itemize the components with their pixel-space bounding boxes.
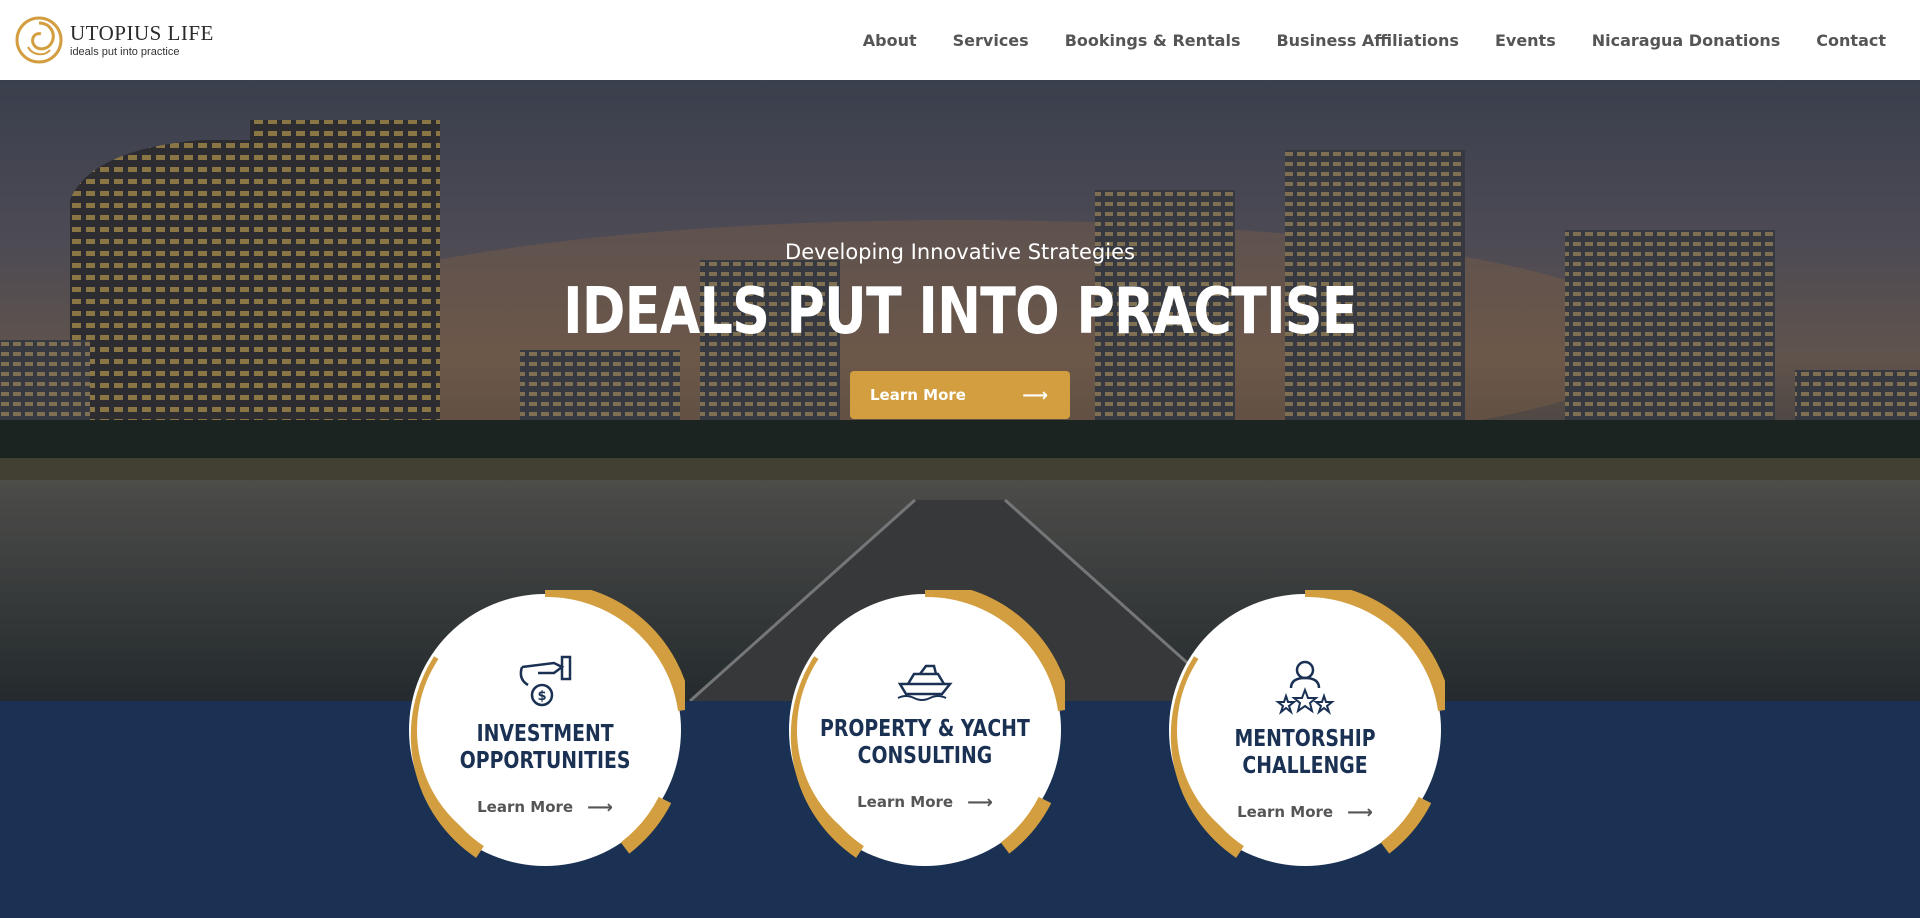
logo[interactable]: UTOPIUS LIFE ideals put into practice	[14, 15, 214, 65]
nav-item-services[interactable]: Services	[953, 31, 1029, 50]
mentorship-stars-icon	[1275, 660, 1335, 715]
hero-title: IDEALS PUT INTO PRACTISE	[563, 275, 1357, 349]
card-link-label: Learn More	[857, 793, 954, 811]
card-title-line2: CONSULTING	[857, 742, 993, 769]
hero-learn-more-button[interactable]: Learn More ⟶	[850, 371, 1070, 419]
card-title-line1: PROPERTY & YACHT	[820, 715, 1030, 742]
card-title-line1: INVESTMENT	[476, 720, 614, 747]
arrow-right-icon: ⟶	[1347, 801, 1373, 823]
service-card-investment[interactable]: $ INVESTMENT OPPORTUNITIES Learn More ⟶	[405, 590, 685, 870]
hero-subtitle: Developing Innovative Strategies	[785, 240, 1135, 264]
nav-item-contact[interactable]: Contact	[1816, 31, 1886, 50]
site-header: UTOPIUS LIFE ideals put into practice Ab…	[0, 0, 1920, 80]
card-title-line2: CHALLENGE	[1242, 752, 1368, 779]
mentorship-learn-more-link[interactable]: Learn More ⟶	[1237, 802, 1373, 823]
main-nav: About Services Bookings & Rentals Busine…	[863, 31, 1886, 50]
nav-item-bookings-rentals[interactable]: Bookings & Rentals	[1065, 31, 1241, 50]
svg-text:$: $	[537, 689, 546, 704]
property-yacht-learn-more-link[interactable]: Learn More ⟶	[857, 792, 993, 813]
card-link-label: Learn More	[1237, 803, 1334, 821]
nav-item-business-affiliations[interactable]: Business Affiliations	[1276, 31, 1458, 50]
nav-item-events[interactable]: Events	[1495, 31, 1556, 50]
yacht-icon	[897, 664, 953, 701]
logo-name: UTOPIUS LIFE	[70, 20, 214, 45]
arrow-right-icon: ⟶	[587, 796, 613, 818]
investment-learn-more-link[interactable]: Learn More ⟶	[477, 797, 613, 818]
arrow-right-icon: ⟶	[967, 791, 993, 813]
card-link-label: Learn More	[477, 798, 574, 816]
service-card-mentorship[interactable]: MENTORSHIP CHALLENGE Learn More ⟶	[1165, 590, 1445, 870]
nav-item-nicaragua-donations[interactable]: Nicaragua Donations	[1592, 31, 1781, 50]
investment-hand-coin-icon: $	[519, 655, 572, 706]
service-card-property-yacht[interactable]: PROPERTY & YACHT CONSULTING Learn More ⟶	[785, 590, 1065, 870]
logo-tagline: ideals put into practice	[70, 45, 180, 58]
hero-button-label: Learn More	[870, 386, 966, 404]
nav-item-about[interactable]: About	[863, 31, 917, 50]
card-title-line1: MENTORSHIP	[1234, 725, 1376, 752]
arrow-right-icon: ⟶	[1022, 384, 1048, 406]
card-title-line2: OPPORTUNITIES	[459, 747, 631, 774]
logo-swirl-icon	[15, 16, 63, 64]
